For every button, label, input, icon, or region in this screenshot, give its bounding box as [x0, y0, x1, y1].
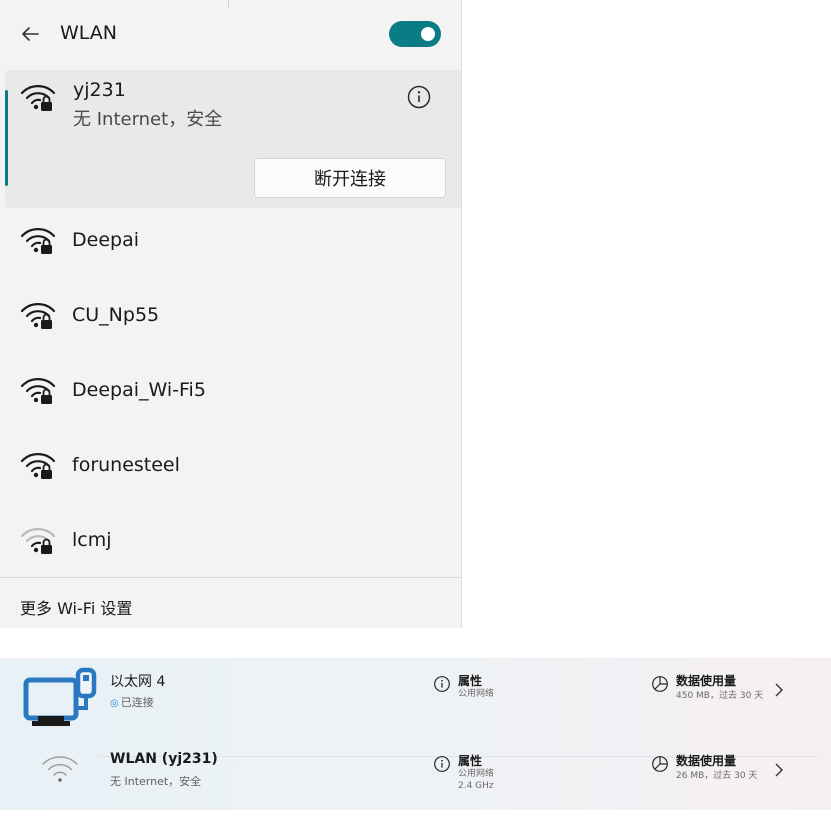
data-usage-label: 数据使用量 — [676, 754, 737, 768]
connected-network-status: 无 Internet，安全 — [73, 109, 223, 130]
connected-network-name: yj231 — [73, 79, 126, 101]
properties-sub: 公用网络 2.4 GHz — [458, 768, 494, 792]
more-wifi-settings-link[interactable]: 更多 Wi-Fi 设置 — [20, 595, 132, 619]
disconnect-button[interactable]: 断开连接 — [254, 158, 446, 198]
properties-sub: 公用网络 — [458, 688, 494, 700]
flyout-header: WLAN — [0, 12, 461, 60]
data-usage-icon — [652, 676, 668, 692]
info-icon — [434, 756, 450, 772]
connection-status-text: 已连接 — [120, 696, 154, 709]
chevron-right-icon[interactable] — [773, 682, 785, 698]
network-name: lcmj — [72, 529, 112, 551]
flyout-title: WLAN — [60, 22, 118, 44]
ethernet-icon — [23, 667, 97, 726]
chevron-right-icon[interactable] — [773, 762, 785, 778]
network-item[interactable]: CU_Np55 — [0, 288, 461, 348]
back-arrow-icon[interactable] — [16, 20, 44, 48]
wlan-flyout: WLAN yj231 无 Internet，安全 断开连接 Deepai CU_… — [0, 0, 462, 628]
wifi-secured-icon — [20, 453, 56, 479]
network-name: forunesteel — [72, 454, 180, 476]
network-profile: 公用网络 — [458, 769, 495, 779]
network-profile: 公用网络 — [458, 689, 495, 699]
network-item[interactable]: lcmj — [0, 513, 461, 573]
connection-name: 以太网 4 — [110, 674, 166, 690]
network-item[interactable]: Deepai_Wi-Fi5 — [0, 363, 461, 423]
wifi-secured-icon — [20, 303, 56, 329]
data-usage-icon — [652, 756, 668, 772]
info-icon[interactable] — [406, 84, 432, 110]
network-item[interactable]: forunesteel — [0, 438, 461, 498]
info-icon — [434, 676, 450, 692]
wifi-secured-icon — [20, 528, 56, 554]
properties-label: 属性 — [458, 754, 483, 768]
network-name: Deepai_Wi-Fi5 — [72, 379, 206, 401]
wifi-secured-icon — [20, 378, 56, 404]
divider — [0, 577, 461, 578]
network-item[interactable]: Deepai — [0, 213, 461, 273]
wifi-secured-icon — [20, 85, 56, 111]
wlan-toggle[interactable] — [389, 21, 441, 47]
divider — [228, 0, 229, 8]
data-usage-amount: 26 MB，过去 30 天 — [676, 771, 758, 781]
connection-status: ◎ 已连接 — [110, 694, 154, 710]
wifi-icon — [42, 756, 78, 782]
wifi-secured-icon — [20, 228, 56, 254]
properties-label: 属性 — [458, 674, 483, 688]
connection-name: WLAN (yj231) — [110, 751, 218, 767]
network-name: Deepai — [72, 229, 139, 251]
connected-network-card[interactable]: yj231 无 Internet，安全 断开连接 — [5, 70, 461, 208]
toggle-knob — [421, 27, 435, 41]
connection-row-ethernet[interactable]: 以太网 4 ◎ 已连接 属性 公用网络 数据使用量 450 MB，过去 30 天 — [0, 658, 831, 734]
connection-row-wlan[interactable]: WLAN (yj231) 无 Internet，安全 属性 公用网络 2.4 G… — [0, 734, 831, 810]
network-name: CU_Np55 — [72, 304, 160, 326]
globe-icon: ◎ — [110, 698, 119, 709]
connection-status: 无 Internet，安全 — [110, 775, 202, 788]
data-usage-label: 数据使用量 — [676, 674, 737, 688]
network-band: 2.4 GHz — [458, 781, 494, 791]
selection-indicator — [5, 90, 8, 186]
data-usage-amount: 450 MB，过去 30 天 — [676, 691, 764, 701]
connections-panel: 以太网 4 ◎已连接 属性 公用网络 数据使用量 450 MB，过去 30 天 — [0, 658, 831, 810]
